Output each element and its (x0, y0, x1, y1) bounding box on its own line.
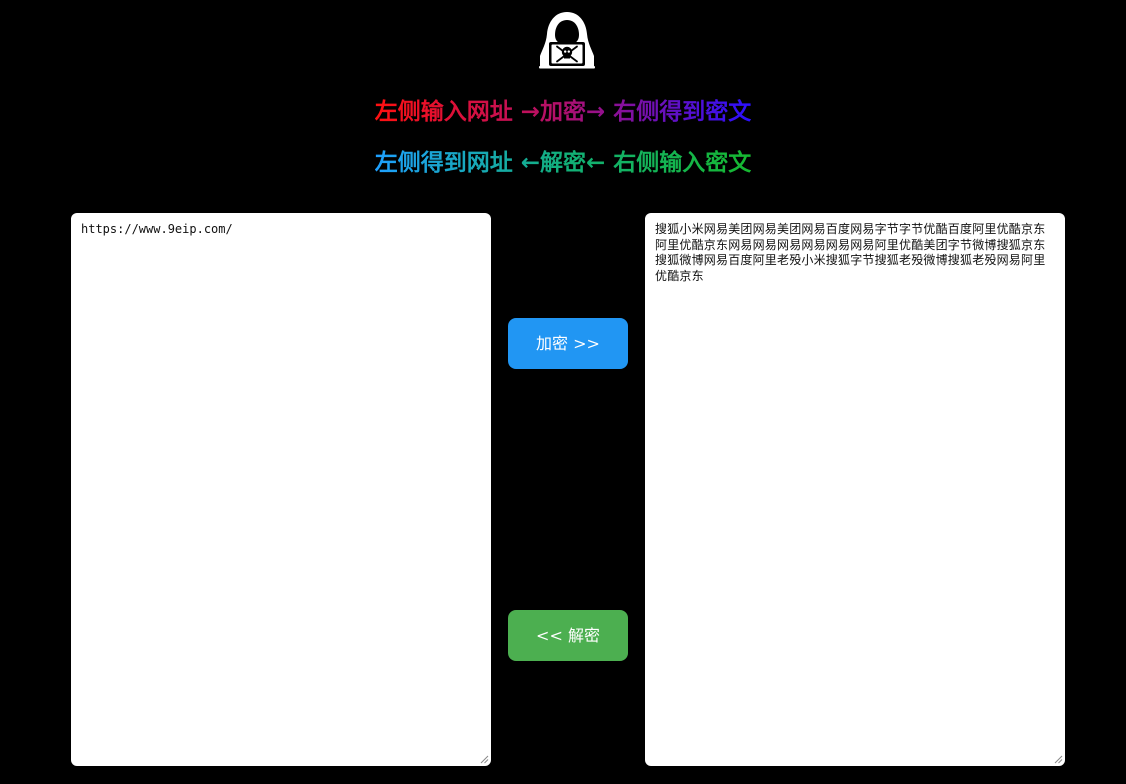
resize-grip-icon[interactable] (1054, 755, 1063, 764)
headline-decrypt-instruction: 左侧得到网址 ←解密← 右侧输入密文 (0, 147, 1126, 179)
ciphertext-input-panel: 搜狐小米网易美团网易美团网易百度网易字节字节优酷百度阿里优酷京东阿里优酷京东网易… (645, 213, 1065, 766)
url-input-panel: https://www.9eip.com/ (71, 213, 491, 766)
page: 左侧输入网址 →加密→ 右侧得到密文 左侧得到网址 ←解密← 右侧输入密文 ht… (0, 0, 1126, 784)
url-input[interactable]: https://www.9eip.com/ (81, 222, 481, 757)
headline-decrypt-text: 左侧得到网址 ←解密← 右侧输入密文 (374, 150, 752, 176)
encrypt-button[interactable]: 加密 >> (508, 318, 628, 369)
hacker-skull-laptop-icon (539, 12, 595, 69)
headline-encrypt-instruction: 左侧输入网址 →加密→ 右侧得到密文 (0, 96, 1126, 128)
resize-grip-icon[interactable] (480, 755, 489, 764)
ciphertext-input[interactable]: 搜狐小米网易美团网易美团网易百度网易字节字节优酷百度阿里优酷京东阿里优酷京东网易… (655, 222, 1055, 757)
decrypt-button[interactable]: << 解密 (508, 610, 628, 661)
headline-encrypt-text: 左侧输入网址 →加密→ 右侧得到密文 (374, 99, 752, 125)
